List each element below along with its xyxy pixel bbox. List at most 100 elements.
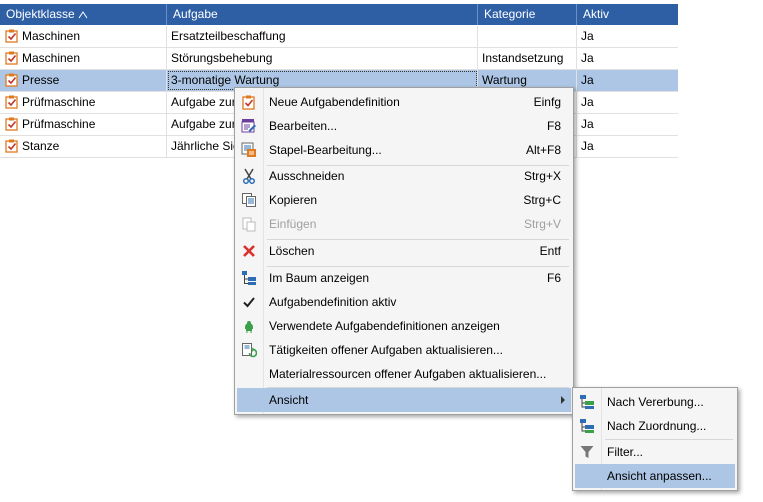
cell-text: Jährliche Sic [171,139,240,153]
table-cell-klasse[interactable]: Presse [0,70,167,91]
menu-item-label: Nach Vererbung... [607,395,704,409]
column-header-objektklasse[interactable]: Objektklasse [0,4,167,25]
paste-icon [241,216,257,232]
cell-text: Maschinen [22,29,81,43]
submenu-item-filter[interactable]: Filter... [575,440,735,464]
cell-text: Prüfmaschine [22,95,96,109]
table-cell-aktiv[interactable]: Ja [577,70,678,91]
table-cell-kategorie[interactable] [478,26,577,47]
menu-item-label: Verwendete Aufgabendefinitionen anzeigen [269,319,500,333]
table-cell-klasse[interactable]: Stanze [0,136,167,157]
table-cell-aktiv[interactable]: Ja [577,48,678,69]
table-cell-klasse[interactable]: Prüfmaschine [0,114,167,135]
table-cell-klasse[interactable]: Prüfmaschine [0,92,167,113]
cell-text: Instandsetzung [482,51,564,65]
sort-indicator-icon [78,11,88,19]
column-header-aufgabe[interactable]: Aufgabe [167,4,478,25]
menu-item-cut[interactable]: Ausschneiden Strg+X [237,164,571,188]
cell-text: Wartung [482,73,527,87]
scissors-icon [241,168,257,185]
column-header-aktiv[interactable]: Aktiv [577,4,678,25]
menu-item-label: Stapel-Bearbeitung... [269,143,382,157]
menu-item-label: Einfügen [269,217,317,231]
submenu-item-by-inheritance[interactable]: Nach Vererbung... [575,390,735,414]
table-cell-aufgabe[interactable]: Störungsbehebung [167,48,478,69]
edit-icon [241,118,257,134]
table-cell-kategorie[interactable]: Instandsetzung [478,48,577,69]
cell-text: Maschinen [22,51,81,65]
cell-text: Aufgabe zur [171,95,236,109]
menu-item-label: Tätigkeiten offener Aufgaben aktualisier… [269,343,503,357]
inheritance-tree-icon [579,394,595,410]
copy-icon [241,192,257,208]
assignment-tree-icon [579,418,595,434]
cell-text: Ja [581,95,594,109]
batch-edit-icon [241,142,257,158]
cell-text: Ja [581,29,594,43]
menu-item-label: Im Baum anzeigen [269,271,370,285]
context-menu: Neue Aufgabendefinition Einfg Bearbeiten..… [234,87,574,415]
checkmark-icon [241,294,257,310]
tree-view-icon [241,270,257,286]
task-checkbox-icon [5,29,19,43]
menu-item-show-in-tree[interactable]: Im Baum anzeigen F6 [237,266,571,290]
menu-item-label: Filter... [607,445,644,459]
task-checkbox-icon [5,117,19,131]
filter-icon [579,444,595,460]
cell-text: Prüfmaschine [22,117,96,131]
grid-header: Objektklasse Aufgabe Kategorie Aktiv [0,4,678,25]
table-cell-aktiv[interactable]: Ja [577,114,678,135]
table-cell-aktiv[interactable]: Ja [577,136,678,157]
table-row[interactable]: Maschinen Störungsbehebung Instandsetzung J… [0,48,678,70]
menu-item-label: Ansicht anpassen... [607,469,712,483]
menu-item-label: Kopieren [269,193,318,207]
cell-text: Stanze [22,139,60,153]
menu-item-label: Ansicht [269,393,309,407]
used-definitions-icon [241,318,257,334]
table-cell-klasse[interactable]: Maschinen [0,26,167,47]
table-cell-klasse[interactable]: Maschinen [0,48,167,69]
menu-item-new-task-definition[interactable]: Neue Aufgabendefinition Einfg [237,90,571,114]
menu-item-update-activities[interactable]: Tätigkeiten offener Aufgaben aktualisier… [237,338,571,362]
menu-item-edit[interactable]: Bearbeiten... F8 [237,114,571,138]
cell-text: Ja [581,73,594,87]
task-checkbox-icon [5,139,19,153]
menu-item-shortcut: Alt+F8 [525,143,561,157]
task-checkbox-icon [5,73,19,87]
table-cell-aktiv[interactable]: Ja [577,26,678,47]
menu-item-label: Löschen [269,244,315,258]
menu-item-shortcut: Strg+C [523,193,561,207]
table-cell-aufgabe[interactable]: Ersatzteilbeschaffung [167,26,478,47]
column-header-label: Aktiv [583,7,610,21]
column-header-label: Objektklasse [6,7,75,21]
column-header-kategorie[interactable]: Kategorie [478,4,577,25]
refresh-tasks-icon [241,342,258,358]
menu-item-shortcut: Entf [539,244,561,258]
cell-text: Störungsbehebung [171,51,273,65]
menu-item-copy[interactable]: Kopieren Strg+C [237,188,571,212]
cell-text: Ja [581,117,594,131]
cell-text: Ja [581,51,594,65]
menu-item-paste[interactable]: Einfügen Strg+V [237,212,571,236]
ansicht-submenu: Nach Vererbung... Nach Zuordnung... Filter… [572,387,738,491]
menu-item-batch-edit[interactable]: Stapel-Bearbeitung... Alt+F8 [237,138,571,162]
submenu-item-customize-view[interactable]: Ansicht anpassen... [575,464,735,488]
menu-item-shortcut: F8 [546,119,561,133]
table-row[interactable]: Maschinen Ersatzteilbeschaffung Ja [0,26,678,48]
menu-item-update-material-resources[interactable]: Materialressourcen offener Aufgaben aktu… [237,362,571,386]
table-cell-aktiv[interactable]: Ja [577,92,678,113]
menu-item-label: Materialressourcen offener Aufgaben aktu… [269,367,547,381]
menu-item-delete[interactable]: Löschen Entf [237,239,571,263]
menu-item-show-used-definitions[interactable]: Verwendete Aufgabendefinitionen anzeigen [237,314,571,338]
menu-item-ansicht[interactable]: Ansicht [237,388,571,412]
submenu-arrow-icon [561,396,565,404]
menu-item-label: Nach Zuordnung... [607,419,707,433]
cell-text: Presse [22,73,60,87]
menu-item-shortcut: Strg+X [523,169,561,183]
cell-text: Aufgabe zur [171,117,236,131]
task-checkbox-icon [5,95,19,109]
submenu-item-by-assignment[interactable]: Nach Zuordnung... [575,414,735,438]
menu-item-definition-active[interactable]: Aufgabendefinition aktiv [237,290,571,314]
delete-x-icon [241,243,257,259]
menu-item-label: Bearbeiten... [269,119,338,133]
